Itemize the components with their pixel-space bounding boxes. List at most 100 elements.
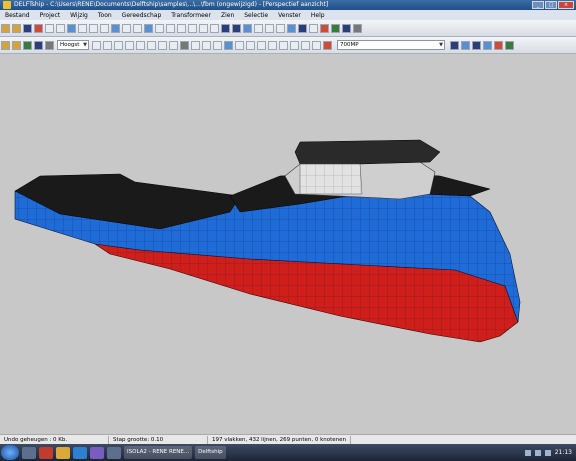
app-icon[interactable] — [90, 446, 104, 459]
task-delftship[interactable]: Delftship — [195, 446, 226, 459]
minimize-button[interactable]: _ — [532, 1, 544, 9]
menu-wijzig[interactable]: Wijzig — [65, 12, 93, 19]
clock[interactable]: 21:13 — [555, 449, 572, 456]
view-select[interactable]: Hoogst ▼ — [57, 40, 89, 50]
hull-render — [14, 139, 521, 343]
menu-zien[interactable]: Zien — [216, 12, 239, 19]
perspective-view-icon[interactable] — [224, 40, 233, 50]
show-buttocks-icon[interactable] — [147, 40, 156, 50]
cross-curves-icon[interactable] — [232, 23, 241, 33]
show-waterlines-icon[interactable] — [158, 40, 167, 50]
menu-gereedschap[interactable]: Gereedschap — [117, 12, 167, 19]
zoom-select[interactable]: 700MP ▼ — [337, 40, 445, 50]
volume-icon[interactable] — [534, 449, 541, 456]
menu-project[interactable]: Project — [35, 12, 66, 19]
split-edge-icon[interactable] — [89, 23, 98, 33]
menu-transformeer[interactable]: Transformeer — [166, 12, 216, 19]
window-controls: _ □ × — [532, 1, 574, 9]
close-button[interactable]: × — [558, 1, 574, 9]
plan-view-icon[interactable] — [312, 40, 321, 50]
show-control-net-icon[interactable] — [92, 40, 101, 50]
redo-icon[interactable] — [56, 23, 65, 33]
flip-icon[interactable] — [188, 23, 197, 33]
folder-icon[interactable] — [56, 446, 70, 459]
pan-icon[interactable] — [268, 40, 277, 50]
insert-edge-icon[interactable] — [78, 23, 87, 33]
task-isola[interactable]: ISOLA2 - RENE RENE... — [124, 446, 193, 459]
add-point-icon[interactable] — [67, 23, 76, 33]
hydrostatics-icon[interactable] — [221, 23, 230, 33]
check-icon[interactable] — [210, 23, 219, 33]
wireframe-icon[interactable] — [450, 40, 459, 50]
network-icon[interactable] — [524, 449, 531, 456]
scale-icon[interactable] — [166, 23, 175, 33]
show-both-sides-icon[interactable] — [114, 40, 123, 50]
perspective-viewport[interactable] — [0, 54, 576, 434]
show-interior-edges-icon[interactable] — [103, 40, 112, 50]
show-grid-icon[interactable] — [125, 40, 134, 50]
tools-icon[interactable] — [323, 40, 332, 50]
windows-taskbar: ISOLA2 - RENE RENE... Delftship 21:13 — [0, 444, 576, 461]
add-face-icon[interactable] — [111, 23, 120, 33]
profile-view-icon[interactable] — [301, 40, 310, 50]
menu-venster[interactable]: Venster — [273, 12, 306, 19]
show-normals-icon[interactable] — [202, 40, 211, 50]
flag-icon[interactable] — [544, 449, 551, 456]
collapse-edge-icon[interactable] — [100, 23, 109, 33]
explorer-icon[interactable] — [22, 446, 36, 459]
show-curvature-icon[interactable] — [191, 40, 200, 50]
new-file-icon[interactable] — [1, 23, 10, 33]
show-markers-icon[interactable] — [180, 40, 189, 50]
zoom-extents-icon[interactable] — [257, 40, 266, 50]
surface-check-icon[interactable] — [276, 23, 285, 33]
export-icon[interactable] — [331, 23, 340, 33]
show-diagonals-icon[interactable] — [169, 40, 178, 50]
layer-color-icon[interactable] — [34, 40, 43, 50]
deselect-icon[interactable] — [12, 40, 21, 50]
zoom-in-icon[interactable] — [235, 40, 244, 50]
layer-props-icon[interactable] — [45, 40, 54, 50]
menu-selectie[interactable]: Selectie — [239, 12, 273, 19]
show-flowlines-icon[interactable] — [213, 40, 222, 50]
resistance-icon[interactable] — [243, 23, 252, 33]
layer-icon[interactable] — [133, 23, 142, 33]
grid-icon[interactable] — [199, 23, 208, 33]
maximize-button[interactable]: □ — [545, 1, 557, 9]
extrude-icon[interactable] — [122, 23, 131, 33]
curvature-icon[interactable] — [265, 23, 274, 33]
menu-toon[interactable]: Toon — [93, 12, 117, 19]
menu-bestand[interactable]: Bestand — [0, 12, 35, 19]
menu-help[interactable]: Help — [306, 12, 330, 19]
undo-icon[interactable] — [45, 23, 54, 33]
light-icon[interactable] — [505, 40, 514, 50]
exit-icon[interactable] — [34, 23, 43, 33]
move-icon[interactable] — [177, 23, 186, 33]
zebra-shade-icon[interactable] — [483, 40, 492, 50]
shade-icon[interactable] — [298, 23, 307, 33]
developability-shade-icon[interactable] — [494, 40, 503, 50]
adobe-icon[interactable] — [39, 446, 53, 459]
body-plan-icon[interactable] — [290, 40, 299, 50]
show-stations-icon[interactable] — [136, 40, 145, 50]
mirror-icon[interactable] — [144, 23, 153, 33]
zebra-icon[interactable] — [309, 23, 318, 33]
app2-icon[interactable] — [107, 446, 121, 459]
render-icon[interactable] — [287, 23, 296, 33]
open-folder-icon[interactable] — [12, 23, 21, 33]
select-icon[interactable] — [1, 40, 10, 50]
develop-icon[interactable] — [320, 23, 329, 33]
print-icon[interactable] — [342, 23, 351, 33]
rotate-view-icon[interactable] — [279, 40, 288, 50]
superstructure-roof — [294, 139, 441, 165]
help-icon[interactable] — [353, 23, 362, 33]
ie-icon[interactable] — [73, 446, 87, 459]
design-hydro-icon[interactable] — [254, 23, 263, 33]
save-icon[interactable] — [23, 23, 32, 33]
zoom-select-value: 700MP — [340, 42, 359, 48]
zoom-out-icon[interactable] — [246, 40, 255, 50]
gauss-shade-icon[interactable] — [472, 40, 481, 50]
layer-visible-icon[interactable] — [23, 40, 32, 50]
start-button[interactable] — [1, 445, 19, 460]
flat-shade-icon[interactable] — [461, 40, 470, 50]
rotate-icon[interactable] — [155, 23, 164, 33]
